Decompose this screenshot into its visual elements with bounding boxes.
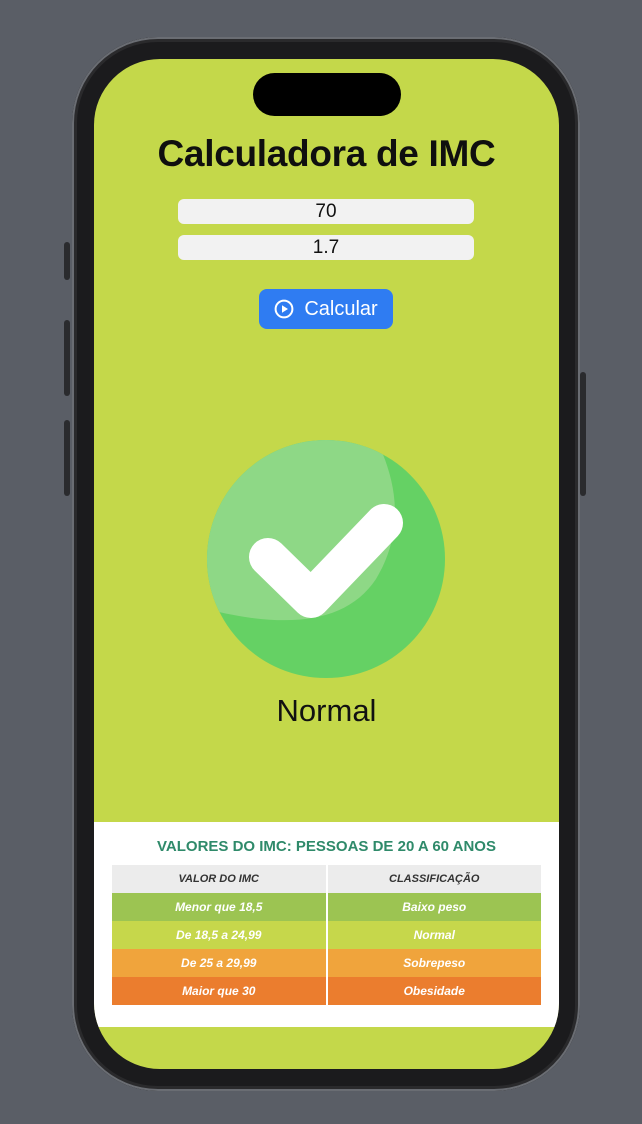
play-circle-icon [274, 299, 294, 319]
table-row: De 18,5 a 24,99 Normal [112, 921, 541, 949]
weight-input[interactable]: 70 [178, 199, 474, 224]
app-screen: Calculadora de IMC 70 1.7 Calcular Norma… [94, 59, 559, 1069]
check-circle-icon [207, 440, 445, 678]
table-row: Maior que 30 Obesidade [112, 977, 541, 1005]
row-value: De 18,5 a 24,99 [112, 921, 328, 949]
height-input[interactable]: 1.7 [178, 235, 474, 260]
header-classification: CLASSIFICAÇÃO [327, 865, 541, 893]
page-title: Calculadora de IMC [157, 133, 496, 174]
row-value: Menor que 18,5 [112, 893, 328, 921]
table-row: Menor que 18,5 Baixo peso [112, 893, 541, 921]
row-value: De 25 a 29,99 [112, 949, 328, 977]
row-value: Maior que 30 [112, 977, 328, 1005]
table-row: De 25 a 29,99 Sobrepeso [112, 949, 541, 977]
table-header-row: VALOR DO IMC CLASSIFICAÇÃO [112, 865, 541, 893]
table-title: VALORES DO IMC: PESSOAS DE 20 A 60 ANOS [157, 838, 496, 855]
calculate-button[interactable]: Calcular [259, 289, 393, 329]
row-classification: Sobrepeso [403, 956, 466, 970]
result-status: Normal [276, 693, 377, 728]
calculate-button-label: Calcular [304, 297, 378, 320]
imc-table-card: VALORES DO IMC: PESSOAS DE 20 A 60 ANOS … [94, 822, 559, 1027]
imc-table: VALOR DO IMC CLASSIFICAÇÃO Menor que 18,… [112, 865, 541, 1005]
volume-down-button [64, 420, 70, 496]
row-classification: Baixo peso [402, 900, 467, 914]
header-value: VALOR DO IMC [112, 865, 328, 893]
row-classification: Obesidade [403, 984, 465, 998]
dynamic-island [253, 73, 401, 116]
row-classification: Normal [413, 928, 455, 942]
power-button [580, 372, 586, 496]
action-button [64, 242, 70, 280]
volume-up-button [64, 320, 70, 396]
